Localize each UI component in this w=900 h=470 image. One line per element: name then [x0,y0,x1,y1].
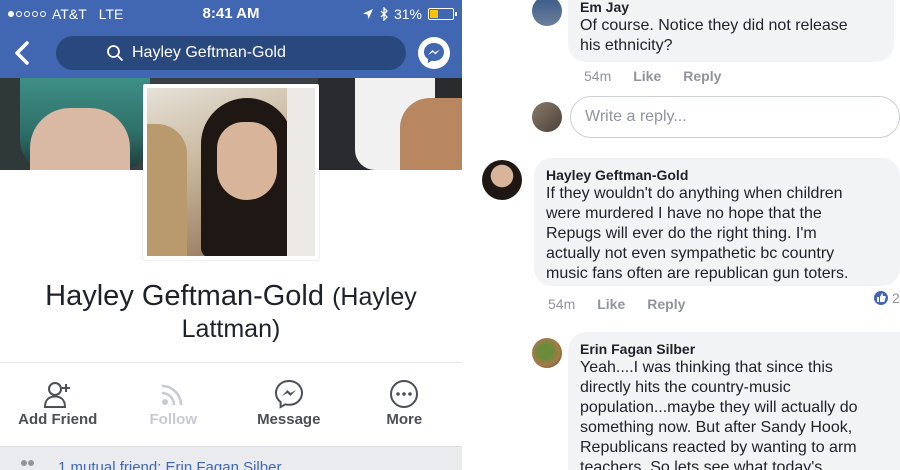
comment-author[interactable]: Em Jay [580,0,882,16]
comment-meta: 54m Like Reply [584,68,721,84]
comment-bubble: Hayley Geftman-Gold If they wouldn't do … [534,158,900,286]
messenger-button[interactable] [418,37,450,69]
friends-icon [21,460,34,466]
comment-line: population...maybe they will actually do [580,399,858,416]
comment-line: Repugs will ever do the right thing. I'm [546,225,817,242]
avatar[interactable] [532,338,562,368]
follow-button[interactable]: Follow [116,363,232,446]
profile-action-bar: Add Friend Follow Message More [0,362,462,446]
comment-line: directly hits the country-music [580,379,791,396]
avatar [532,102,562,132]
comment-bubble: Em Jay Of course. Notice they did not re… [568,0,894,62]
comment-time: 54m [548,296,576,312]
reply-placeholder: Write a reply... [585,108,687,125]
like-link[interactable]: Like [633,68,661,84]
comment-line: music fans often are republican gun tote… [546,265,849,282]
comment-line: actually not even sympathetic bc country [546,245,835,262]
like-link[interactable]: Like [597,296,625,312]
comment-line: Of course. Notice they did not release [580,17,848,34]
message-button[interactable]: Message [231,363,347,446]
battery-percent: 31% [393,6,422,22]
comment-author[interactable]: Hayley Geftman-Gold [546,166,888,184]
follow-icon [162,384,183,406]
top-nav-bar: Hayley Geftman-Gold [0,28,462,78]
more-label: More [386,411,423,428]
comment-line: Republicans reacted by wanting to arm [580,439,857,456]
comment-time: 54m [584,68,612,84]
comment-line: teachers. So lets see what today's [580,459,823,470]
messenger-icon [274,379,303,409]
reply-input[interactable]: Write a reply... [570,96,900,138]
mutual-friends-row[interactable]: 1 mutual friend: Erin Fagan Silber [0,446,462,470]
profile-name-alternate: (Hayley [332,283,417,311]
more-button[interactable]: More [347,363,463,446]
more-icon [390,380,419,408]
comment-line: were murdered I have no hope that the [546,205,822,222]
comment-line: his ethnicity? [580,37,673,54]
reply-link[interactable]: Reply [683,68,721,84]
comment-author[interactable]: Erin Fagan Silber [580,340,888,358]
comment-line: If they wouldn't do anything when childr… [546,185,843,202]
add-friend-icon [43,382,70,408]
comment-line: something now. But after Sandy Hook, [580,419,853,436]
back-button[interactable] [10,38,34,68]
location-arrow-icon [362,9,373,19]
chevron-left-icon [15,41,29,65]
messenger-icon [424,43,444,63]
add-friend-button[interactable]: Add Friend [0,363,116,446]
message-label: Message [257,411,321,428]
comments-thread: Em Jay Of course. Notice they did not re… [462,0,900,470]
mutual-friends-text: 1 mutual friend: Erin Fagan Silber [58,459,282,470]
profile-name-primary: Hayley Geftman-Gold [45,280,324,312]
avatar[interactable] [482,160,522,200]
search-icon [107,45,123,61]
profile-name-alternate-continued: Lattman) [181,315,281,343]
profile-name: Hayley Geftman-Gold (Hayley [0,279,462,314]
profile-screen: AT&T LTE 8:41 AM 31% Hayley Geftman-Gold [0,0,462,470]
status-bar: AT&T LTE 8:41 AM 31% [0,0,462,28]
like-reaction-icon[interactable] [872,289,890,307]
comment-bubble: Erin Fagan Silber Yeah....I was thinking… [568,332,900,470]
comment-meta: 54m Like Reply [548,296,685,312]
search-input[interactable]: Hayley Geftman-Gold [56,36,406,70]
reaction-count[interactable]: 2 [892,290,900,306]
bluetooth-icon [380,7,388,21]
profile-picture[interactable] [143,84,319,260]
search-query: Hayley Geftman-Gold [132,44,286,61]
comment-line: Yeah....I was thinking that since this [580,359,833,376]
add-friend-label: Add Friend [18,411,98,428]
battery-icon [428,8,457,20]
reply-link[interactable]: Reply [647,296,685,312]
follow-label: Follow [149,411,198,428]
avatar[interactable] [532,0,562,26]
